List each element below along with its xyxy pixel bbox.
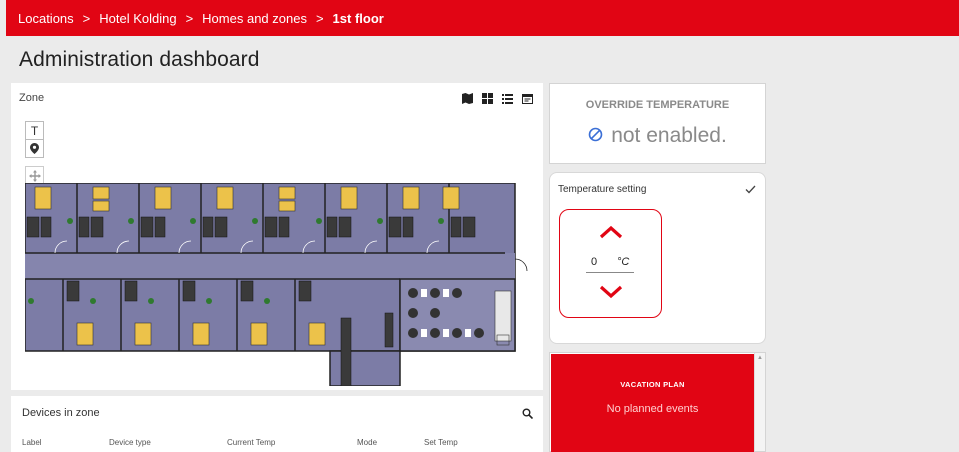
breadcrumb: Locations > Hotel Kolding > Homes and zo… (6, 0, 959, 36)
breadcrumb-separator: > (315, 10, 324, 26)
vacation-scrollbar[interactable]: ▲ (754, 353, 765, 451)
column-label[interactable]: Label (22, 438, 42, 447)
column-set-temp[interactable]: Set Temp (424, 438, 458, 447)
override-status-text: not enabled. (611, 124, 727, 147)
text-tool-glyph: T (30, 123, 39, 138)
column-device-type[interactable]: Device type (109, 438, 151, 447)
temperature-setting-title: Temperature setting (558, 184, 647, 195)
temperature-input-underline (586, 272, 634, 273)
increase-temperature-button[interactable] (598, 224, 624, 240)
breadcrumb-current: 1st floor (332, 10, 384, 26)
scroll-up-icon[interactable]: ▲ (757, 355, 763, 361)
breadcrumb-hotel[interactable]: Hotel Kolding (99, 11, 176, 26)
floor-plan-map[interactable] (25, 183, 530, 386)
vacation-plan-card: VACATION PLAN No planned events ▲ (549, 352, 766, 452)
zone-view-toolbar (461, 92, 533, 104)
location-pin-icon[interactable] (25, 139, 44, 158)
devices-panel: Devices in zone Label Device type Curren… (11, 396, 543, 452)
calendar-icon[interactable] (521, 92, 533, 104)
vacation-plan-body: VACATION PLAN No planned events (551, 354, 754, 452)
temperature-value[interactable]: 0 (591, 256, 597, 268)
devices-title: Devices in zone (22, 407, 100, 419)
disabled-icon (588, 124, 603, 148)
temperature-stepper: 0 °C (559, 209, 662, 318)
column-mode[interactable]: Mode (357, 438, 377, 447)
column-current-temp[interactable]: Current Temp (227, 438, 275, 447)
page-title: Administration dashboard (19, 48, 260, 71)
breadcrumb-homes-zones[interactable]: Homes and zones (202, 11, 307, 26)
override-temperature-card: OVERRIDE TEMPERATURE not enabled. (549, 83, 766, 164)
list-view-icon[interactable] (501, 92, 513, 104)
zone-title: Zone (19, 92, 45, 104)
check-icon[interactable] (745, 183, 756, 197)
temperature-setting-card: Temperature setting 0 °C (549, 172, 766, 344)
breadcrumb-separator: > (185, 10, 194, 26)
text-tool-icon[interactable]: T (25, 121, 44, 140)
grid-view-icon[interactable] (481, 92, 493, 104)
vacation-plan-text: No planned events (606, 403, 699, 415)
search-icon[interactable] (522, 406, 534, 424)
breadcrumb-locations[interactable]: Locations (18, 11, 74, 26)
map-icon[interactable] (461, 92, 473, 104)
vacation-plan-title: VACATION PLAN (620, 380, 685, 389)
override-title: OVERRIDE TEMPERATURE (585, 99, 730, 111)
breadcrumb-separator: > (82, 10, 91, 26)
temperature-unit: °C (617, 256, 630, 268)
decrease-temperature-button[interactable] (598, 284, 624, 300)
left-edge (0, 0, 6, 452)
zone-panel: Zone T (11, 83, 543, 390)
override-status: not enabled. (550, 124, 765, 148)
